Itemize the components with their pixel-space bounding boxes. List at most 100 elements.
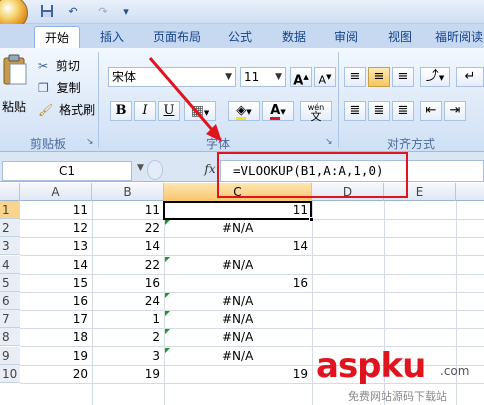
clipboard-dialog-launcher[interactable]: ↘	[86, 137, 94, 147]
tab-formulas[interactable]: 公式	[222, 26, 258, 48]
cell-a[interactable]: 18	[20, 328, 92, 346]
row-header[interactable]: 5	[0, 274, 20, 292]
align-right-button[interactable]: ≣	[392, 101, 414, 121]
brush-icon: 🖌	[38, 103, 54, 117]
cell-a[interactable]: 15	[20, 274, 92, 292]
tab-insert[interactable]: 插入	[92, 26, 132, 48]
phonetic-guide-button[interactable]: wén 文	[300, 101, 332, 122]
orientation-icon: ⤴	[425, 69, 439, 84]
column-header-b[interactable]: B	[92, 183, 164, 201]
align-bottom-button[interactable]: ≡	[392, 67, 414, 87]
cell-a[interactable]: 20	[20, 365, 92, 383]
cell-b[interactable]: 2	[92, 328, 164, 346]
row-header[interactable]: 4	[0, 256, 20, 274]
tab-page-layout[interactable]: 页面布局	[146, 26, 208, 48]
cell-b[interactable]: 22	[92, 256, 164, 274]
select-all-corner[interactable]	[0, 183, 20, 201]
cell-c-error[interactable]: #N/A	[222, 256, 312, 274]
align-center-icon: ≣	[373, 103, 385, 118]
cell-a[interactable]: 12	[20, 219, 92, 237]
cell-c-error[interactable]: #N/A	[222, 292, 312, 310]
cell-b[interactable]: 1	[92, 310, 164, 328]
decrease-indent-button[interactable]: ⇤	[420, 101, 442, 121]
align-middle-icon: ≡	[373, 69, 385, 84]
cell-c[interactable]: 16	[164, 274, 312, 292]
cell-a[interactable]: 11	[20, 201, 92, 219]
cell-c-error[interactable]: #N/A	[222, 347, 312, 365]
name-box-dropdown-icon[interactable]: ▼	[137, 163, 144, 173]
borders-button[interactable]: ▦▼	[184, 101, 216, 121]
ribbon-tabs: 开始 插入 页面布局 公式 数据 审阅 视图 福昕阅读	[0, 24, 484, 48]
cell-a[interactable]: 14	[20, 256, 92, 274]
row-header[interactable]: 10	[0, 365, 20, 383]
italic-button[interactable]: I	[134, 101, 156, 121]
align-top-button[interactable]: ≡	[344, 67, 366, 87]
font-dialog-launcher[interactable]: ↘	[325, 137, 333, 147]
tab-home[interactable]: 开始	[34, 26, 80, 48]
increase-indent-button[interactable]: ⇥	[444, 101, 466, 121]
align-center-button[interactable]: ≣	[368, 101, 390, 121]
customize-toolbar-icon[interactable]: ▾	[120, 4, 132, 20]
cell-a[interactable]: 13	[20, 237, 92, 255]
font-name-value: 宋体	[112, 70, 137, 84]
redo-icon[interactable]: ↷	[90, 4, 116, 20]
cell-c[interactable]: 19	[164, 365, 312, 383]
chevron-down-icon[interactable]: ▼	[275, 68, 282, 86]
font-color-button[interactable]: A▼	[262, 101, 294, 121]
formula-bar-resize-handle[interactable]	[147, 160, 163, 180]
column-header-a[interactable]: A	[20, 183, 92, 201]
cell-b[interactable]: 16	[92, 274, 164, 292]
font-size-field[interactable]: 11 ▼	[240, 67, 286, 87]
font-name-field[interactable]: 宋体 ▼	[108, 67, 236, 87]
shrink-font-button[interactable]: A▼	[314, 67, 336, 87]
cell-b[interactable]: 11	[92, 201, 164, 219]
align-left-icon: ≣	[349, 103, 361, 118]
cell-a[interactable]: 19	[20, 347, 92, 365]
cell-b[interactable]: 3	[92, 347, 164, 365]
row-header[interactable]: 9	[0, 347, 20, 365]
undo-icon[interactable]: ↶	[60, 4, 86, 20]
row-header[interactable]: 7	[0, 310, 20, 328]
cell-b[interactable]: 22	[92, 219, 164, 237]
cut-button[interactable]: ✂ 剪切	[38, 56, 88, 76]
row-header[interactable]: 6	[0, 292, 20, 310]
cell-c-error[interactable]: #N/A	[222, 219, 312, 237]
paste-button[interactable]: 粘贴	[2, 54, 30, 114]
underline-button[interactable]: U	[158, 101, 180, 121]
cell-a[interactable]: 17	[20, 310, 92, 328]
tab-review[interactable]: 审阅	[328, 26, 364, 48]
save-icon[interactable]	[38, 4, 56, 20]
row-header[interactable]: 2	[0, 219, 20, 237]
align-middle-button[interactable]: ≡	[368, 67, 390, 87]
ribbon: 粘贴 ✂ 剪切 ❐ 复制 🖌 格式刷 剪贴板 ↘ 宋体 ▼ 11 ▼ A▲ A▼…	[0, 48, 484, 152]
wrap-text-button[interactable]: ↵	[456, 67, 484, 87]
cell-c[interactable]: 14	[164, 237, 312, 255]
paste-icon	[3, 54, 27, 85]
grow-font-button[interactable]: A▲	[290, 67, 312, 88]
cell-b[interactable]: 24	[92, 292, 164, 310]
error-indicator-icon	[165, 220, 170, 225]
cell-b[interactable]: 19	[92, 365, 164, 383]
align-left-button[interactable]: ≣	[344, 101, 366, 121]
tab-data[interactable]: 数据	[276, 26, 312, 48]
formula-highlight-box	[217, 152, 408, 198]
chevron-down-icon[interactable]: ▼	[225, 68, 232, 86]
row-header[interactable]: 1	[0, 201, 20, 219]
tab-view[interactable]: 视图	[382, 26, 418, 48]
bold-button[interactable]: B	[110, 101, 132, 121]
row-header[interactable]: 3	[0, 237, 20, 255]
watermark-tld: .com	[440, 364, 470, 378]
name-box[interactable]: C1	[2, 161, 132, 181]
fill-color-button[interactable]: ◈▼	[228, 101, 260, 121]
copy-button[interactable]: ❐ 复制	[38, 78, 88, 98]
orientation-button[interactable]: ⤴▼	[420, 67, 450, 87]
cell-c-error[interactable]: #N/A	[222, 328, 312, 346]
cell-b[interactable]: 14	[92, 237, 164, 255]
row-header[interactable]: 8	[0, 328, 20, 346]
tab-foxit-reader[interactable]: 福昕阅读	[434, 26, 484, 48]
format-painter-button[interactable]: 🖌 格式刷	[38, 100, 100, 120]
cell-a[interactable]: 16	[20, 292, 92, 310]
cell-c-error[interactable]: #N/A	[222, 310, 312, 328]
fill-handle[interactable]	[309, 217, 314, 222]
error-indicator-icon	[165, 348, 170, 353]
